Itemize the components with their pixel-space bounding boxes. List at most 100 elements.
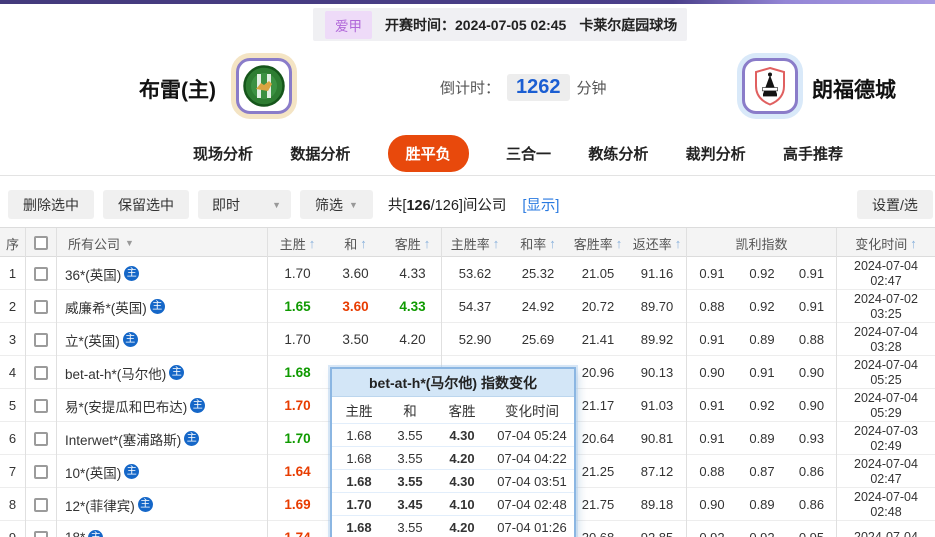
countdown-unit: 分钟 <box>576 80 607 97</box>
kelly-index: 0.92 <box>737 521 787 537</box>
main-company-icon: 主 <box>124 266 140 281</box>
row-index: 6 <box>0 422 26 455</box>
delete-selected-button[interactable]: 删除选中 <box>8 190 94 219</box>
company-name[interactable]: 威廉希*(英国) <box>65 297 147 317</box>
row-index: 5 <box>0 389 26 422</box>
tab-item[interactable]: 数据分析 <box>290 143 350 164</box>
company-name[interactable]: 立*(英国) <box>65 330 120 350</box>
kelly-index: 0.92 <box>749 266 775 281</box>
payout-rate: 91.03 <box>628 389 687 422</box>
company-name[interactable]: Interwet*(塞浦路斯) <box>65 429 181 449</box>
odds-table-header: 序 所有公司 ▼ 主胜 ↑ 和 ↑ 客胜 ↑ 主胜率 ↑ 和率 ↑ 客胜率 ↑ 返还率 ↑ 凯利… <box>0 227 935 258</box>
draw-rate: 25.69 <box>521 332 555 347</box>
row-index: 4 <box>0 356 26 389</box>
main-company-icon: 主 <box>137 497 153 512</box>
draw-odds: 3.60 <box>342 266 369 281</box>
row-checkbox-cell <box>26 488 57 521</box>
draw-odds: 3.50 <box>342 332 369 347</box>
row-checkbox[interactable] <box>34 398 48 413</box>
header-change-time[interactable]: 变化时间 ↑ <box>837 228 935 258</box>
row-index: 8 <box>0 488 26 521</box>
league-badge[interactable]: 爱甲 <box>325 10 372 39</box>
row-checkbox[interactable] <box>34 266 48 281</box>
header-away-odds[interactable]: 客胜 ↑ <box>384 228 442 258</box>
away-rate: 20.68 <box>568 521 628 537</box>
sort-up-icon: ↑ <box>615 235 623 251</box>
kelly-index: 0.89 <box>749 497 775 512</box>
popup-row: 1.70 3.45 4.10 07-04 02:48 <box>332 492 574 515</box>
select-all-checkbox[interactable] <box>34 236 48 250</box>
tab-item[interactable]: 高手推荐 <box>783 143 843 164</box>
away-rate: 21.75 <box>581 497 615 512</box>
popup-draw-odds: 3.55 <box>397 519 423 535</box>
popup-header-time: 变化时间 <box>505 404 559 419</box>
tab-item[interactable]: 现场分析 <box>193 143 253 164</box>
change-time: 2024-07-04 05:29 <box>854 390 918 420</box>
row-checkbox[interactable] <box>34 530 48 537</box>
row-checkbox[interactable] <box>34 464 48 479</box>
row-checkbox-cell <box>26 356 57 389</box>
show-link[interactable]: [显示] <box>522 194 559 215</box>
draw-rate: 25.32 <box>521 266 555 281</box>
change-time: 2024-07-04 <box>854 530 918 537</box>
popup-title: bet-at-h*(马尔他) 指数变化 <box>332 369 574 397</box>
kelly-index: 0.90 <box>699 497 725 512</box>
company-name[interactable]: 易*(安提瓜和巴布达) <box>65 396 187 416</box>
away-team-name[interactable]: 朗福德城 <box>812 74 896 104</box>
chevron-down-icon: ▼ <box>349 199 358 210</box>
row-checkbox[interactable] <box>34 497 48 512</box>
company-name[interactable]: 36*(英国) <box>65 264 121 284</box>
change-time: 2024-07-04 02:47 <box>854 258 918 288</box>
company-cell: 易*(安提瓜和巴布达) 主 <box>57 389 268 422</box>
odds-change-popup: bet-at-h*(马尔他) 指数变化 主胜 和 客胜 变化时间 1.68 3.5… <box>330 367 576 537</box>
tab-active[interactable]: 胜平负 <box>387 134 469 172</box>
row-checkbox[interactable] <box>34 299 48 314</box>
home-rate: 54.37 <box>458 299 492 314</box>
header-select-all[interactable] <box>26 228 57 258</box>
company-name[interactable]: 18* <box>65 530 85 537</box>
header-company[interactable]: 所有公司 ▼ <box>57 228 268 258</box>
popup-row: 1.68 3.55 4.30 07-04 05:24 <box>332 423 574 446</box>
kelly-index: 0.92 <box>749 299 775 314</box>
row-index: 2 <box>0 290 26 323</box>
tab-item[interactable]: 裁判分析 <box>686 143 746 164</box>
payout-rate: 87.12 <box>628 455 687 488</box>
kelly-index: 0.95 <box>787 521 837 537</box>
company-name[interactable]: bet-at-h*(马尔他) <box>65 363 166 383</box>
kelly-index: 0.91 <box>787 290 837 323</box>
header-draw-odds[interactable]: 和 ↑ <box>327 228 384 258</box>
popup-change-time: 07-04 05:24 <box>497 427 567 443</box>
analysis-tabs: 现场分析 数据分析 胜平负 三合一 教练分析 裁判分析 高手推荐 <box>0 131 935 176</box>
live-odds-dropdown[interactable]: 即时 ▼ <box>198 190 291 219</box>
away-rate: 21.17 <box>581 398 615 413</box>
home-team-name[interactable]: 布雷(主) <box>139 74 216 104</box>
draw-odds: 3.60 <box>342 299 369 314</box>
row-checkbox[interactable] <box>34 365 48 380</box>
keep-selected-button[interactable]: 保留选中 <box>103 190 189 219</box>
header-payout[interactable]: 返还率 ↑ <box>628 228 687 258</box>
tab-item[interactable]: 教练分析 <box>588 143 648 164</box>
settings-button[interactable]: 设置/选 <box>857 190 933 219</box>
match-info-bar: 爱甲 开赛时间：2024-07-05 02:45 卡莱尔庭园球场 <box>313 8 687 41</box>
countdown: 倒计时： 1262 分钟 <box>440 74 607 101</box>
table-toolbar: 删除选中 保留选中 即时 ▼ 筛选 ▼ 共[126/126]间公司 [显示] <box>8 188 559 221</box>
popup-draw-odds: 3.45 <box>397 496 423 512</box>
company-name[interactable]: 10*(英国) <box>65 462 121 482</box>
row-checkbox[interactable] <box>34 431 48 446</box>
header-draw-rate[interactable]: 和率 ↑ <box>508 228 568 258</box>
header-home-rate[interactable]: 主胜率 ↑ <box>442 228 508 258</box>
away-rate: 21.25 <box>581 464 615 479</box>
home-crest-icon <box>243 65 285 107</box>
countdown-label: 倒计时： <box>440 80 501 97</box>
filter-dropdown[interactable]: 筛选 ▼ <box>300 190 373 219</box>
change-time: 2024-07-04 02:47 <box>854 456 918 486</box>
header-away-rate[interactable]: 客胜率 ↑ <box>568 228 628 258</box>
kickoff-time: 开赛时间：2024-07-05 02:45 <box>385 16 567 33</box>
company-cell: 立*(英国) 主 <box>57 323 268 356</box>
popup-header-away: 客胜 <box>448 404 476 419</box>
away-odds: 4.33 <box>384 257 442 290</box>
header-home-odds[interactable]: 主胜 ↑ <box>268 228 327 258</box>
tab-item[interactable]: 三合一 <box>506 143 551 164</box>
company-name[interactable]: 12*(菲律宾) <box>65 495 135 515</box>
row-checkbox[interactable] <box>34 332 48 347</box>
